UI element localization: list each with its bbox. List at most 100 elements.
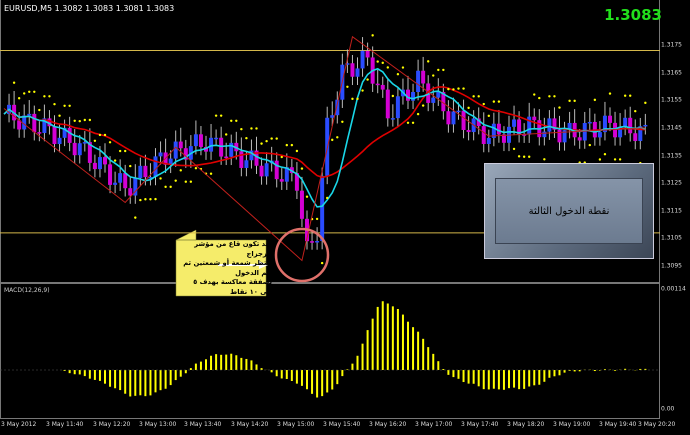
sar-dot xyxy=(361,89,364,92)
candle-body xyxy=(350,63,355,77)
candle-body xyxy=(27,113,32,116)
candle-body xyxy=(224,156,229,159)
candle-body xyxy=(310,241,315,243)
sar-dot xyxy=(144,198,147,201)
time-tick: 3 May 19:00 xyxy=(553,421,591,428)
candle-body xyxy=(613,122,618,138)
sar-dot xyxy=(189,180,193,183)
macd-tick: 0.00 xyxy=(661,405,675,413)
sar-dot xyxy=(149,198,152,201)
note-line: بصفقة معاكسة بهدف ٥ إلى ١٠ نقاط xyxy=(193,278,272,296)
sar-dot xyxy=(83,118,87,122)
candle-body xyxy=(77,143,82,156)
sar-dot xyxy=(447,87,450,91)
macd-indicator-label: MACD(12,26,9) xyxy=(4,287,50,294)
sar-dot xyxy=(618,158,622,161)
price-tick: 1.3125 xyxy=(661,179,682,187)
sar-dot xyxy=(553,95,556,98)
sar-dot xyxy=(285,143,288,147)
time-tick: 3 May 16:20 xyxy=(369,421,407,428)
sar-dot xyxy=(452,88,455,91)
candle-body xyxy=(416,70,421,93)
sar-dot xyxy=(219,114,223,117)
sar-dot xyxy=(209,172,213,175)
candle-body xyxy=(360,50,365,69)
sar-dot xyxy=(644,101,647,105)
sar-dot xyxy=(108,141,112,144)
price-tick: 1.3105 xyxy=(661,234,682,242)
candle-body xyxy=(118,173,123,183)
sar-dot xyxy=(416,112,420,116)
sar-dot xyxy=(245,136,248,140)
sar-dot xyxy=(68,104,71,107)
candle-body xyxy=(431,97,436,103)
candle-body xyxy=(320,175,325,242)
candle-body xyxy=(633,133,638,142)
candle-body xyxy=(198,134,203,147)
sar-dot xyxy=(154,197,157,201)
sar-dot xyxy=(558,106,561,109)
time-tick: 3 May 17:00 xyxy=(415,421,453,428)
candle-body xyxy=(542,131,547,138)
sar-dot xyxy=(63,104,66,107)
sar-dot xyxy=(437,68,440,72)
sar-dot xyxy=(629,94,632,97)
time-tick: 3 May 2012 xyxy=(1,421,37,428)
candle-body xyxy=(274,160,279,180)
sar-dot xyxy=(608,92,612,95)
sar-dot xyxy=(305,195,309,198)
sar-dot xyxy=(184,180,187,183)
sar-dot xyxy=(401,66,405,69)
price-tick: 1.3095 xyxy=(661,262,682,270)
candle-body xyxy=(123,173,128,189)
sar-dot xyxy=(538,96,541,100)
note-line: بعد تكون قاع من مؤشر الزجزاج xyxy=(194,240,272,258)
sar-dot xyxy=(174,179,177,182)
candle-body xyxy=(577,137,582,141)
candle-body xyxy=(557,129,562,143)
candle-body xyxy=(193,134,198,147)
candle-body xyxy=(67,127,72,143)
candle-body xyxy=(92,162,97,170)
sar-dot xyxy=(472,95,475,98)
price-tick: 1.3175 xyxy=(661,41,682,49)
sar-dot xyxy=(543,158,546,161)
price-tick: 1.3135 xyxy=(661,152,682,160)
candle-body xyxy=(330,115,335,118)
price-tick: 1.3145 xyxy=(661,124,682,132)
sar-dot xyxy=(386,66,389,69)
sar-dot xyxy=(517,155,521,158)
price-axis: 1.3175 1.3165 1.3155 1.3145 1.3135 1.312… xyxy=(660,0,690,283)
sar-dot xyxy=(482,102,485,106)
candle-body xyxy=(299,190,304,219)
sar-dot xyxy=(88,118,92,122)
candle-body xyxy=(173,141,178,159)
sar-dot xyxy=(341,120,344,123)
sar-dot xyxy=(315,217,319,221)
sar-dot xyxy=(240,127,243,131)
time-tick: 3 May 14:20 xyxy=(231,421,269,428)
sar-dot xyxy=(12,81,16,84)
candle-body xyxy=(72,142,77,156)
sar-dot xyxy=(432,74,435,77)
candle-body xyxy=(456,110,461,113)
sar-dot xyxy=(169,185,172,189)
macd-tick: 0.00114 xyxy=(661,285,686,293)
macd-axis: 0.00114 0.00 xyxy=(660,283,690,419)
note-line: ننتظر شمعة أو شمعتين ثم يتم الدخول xyxy=(183,259,272,277)
entry-point-button[interactable]: نقطة الدخول الثالثة xyxy=(484,163,654,259)
candle-body xyxy=(628,117,633,134)
candle-body xyxy=(461,110,466,130)
sar-dot xyxy=(255,127,258,130)
candle-body xyxy=(395,96,400,119)
sar-dot xyxy=(336,136,339,139)
sar-dot xyxy=(159,177,162,180)
sar-dot xyxy=(250,127,253,130)
candle-body xyxy=(315,241,320,243)
candle-body xyxy=(597,132,602,138)
sar-dot xyxy=(568,99,571,103)
sar-dot xyxy=(376,60,379,63)
sar-dot xyxy=(457,87,460,90)
candle-body xyxy=(158,152,163,157)
sar-dot xyxy=(462,87,465,90)
